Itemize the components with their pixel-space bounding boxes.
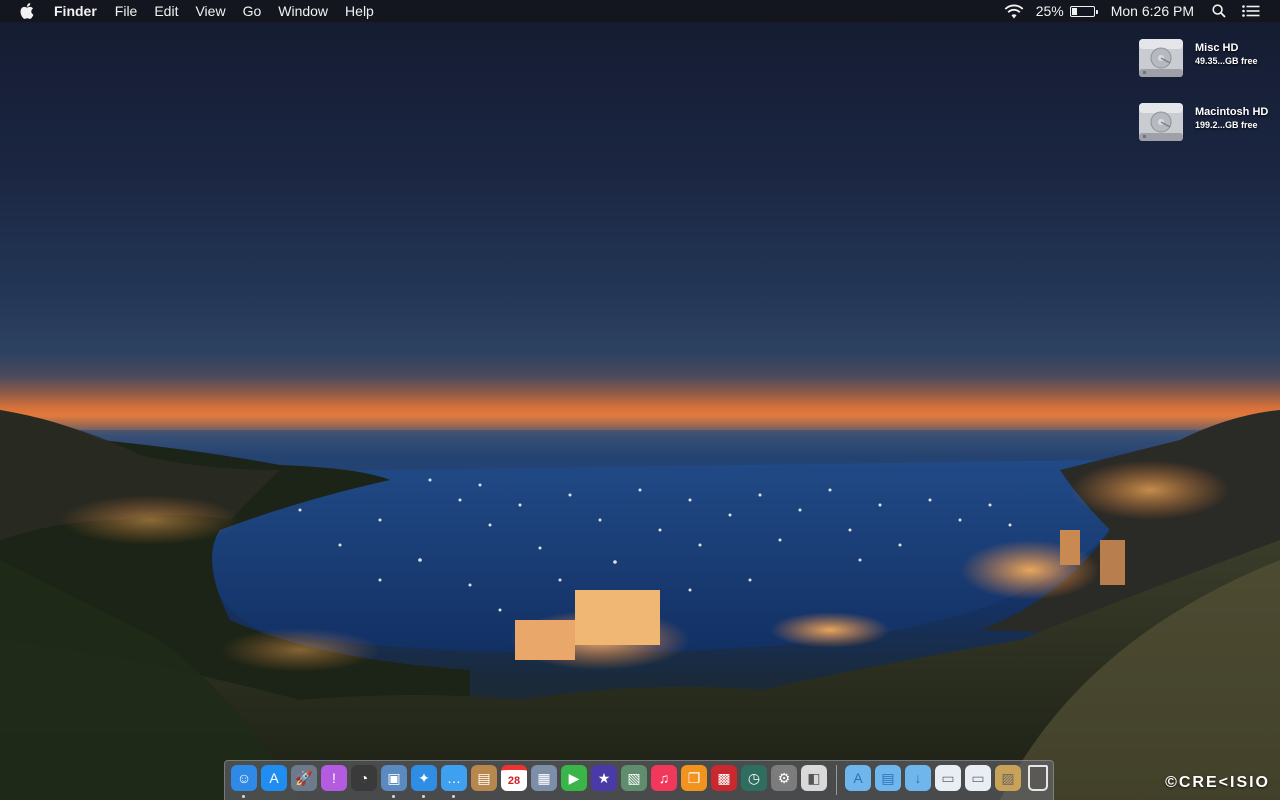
system-preferences-icon[interactable]: ⚙ xyxy=(771,765,797,791)
menu-go[interactable]: Go xyxy=(243,0,262,22)
launchpad-icon[interactable]: 🚀 xyxy=(291,765,317,791)
safari-icon[interactable]: ✦ xyxy=(411,765,437,791)
menu-edit[interactable]: Edit xyxy=(154,0,178,22)
finder-icon[interactable]: ☺ xyxy=(231,765,257,791)
running-indicator-dot xyxy=(452,795,455,798)
status-area: 25% Mon 6:26 PM xyxy=(1004,0,1280,22)
battery-percent: 25% xyxy=(1035,3,1064,19)
drive-free-space: 49.35...GB free xyxy=(1195,56,1258,66)
watermark: ©CRE<ISIO xyxy=(1165,774,1270,791)
imovie-icon[interactable]: ★ xyxy=(591,765,617,791)
clock[interactable]: Mon 6:26 PM xyxy=(1111,3,1194,19)
wallpaper-image xyxy=(0,410,1280,800)
running-indicator-dot xyxy=(242,795,245,798)
preview-document-icon[interactable]: ◧ xyxy=(801,765,827,791)
hard-drive-icon xyxy=(1139,103,1183,141)
document-stack-icon[interactable]: ▭ xyxy=(965,765,991,791)
image-capture-icon[interactable]: ▧ xyxy=(621,765,647,791)
menu-window[interactable]: Window xyxy=(278,0,328,22)
drive-name: Macintosh HD xyxy=(1195,106,1269,118)
app-store-icon[interactable]: A xyxy=(261,765,287,791)
documents-folder-icon[interactable]: ▤ xyxy=(875,765,901,791)
battery-level-fill xyxy=(1071,7,1077,15)
dock-separator xyxy=(836,765,837,795)
drive-free-space: 199.2...GB free xyxy=(1195,120,1258,130)
hard-drive-icon xyxy=(1139,39,1183,77)
menu-help[interactable]: Help xyxy=(345,0,374,22)
photo-browser-icon[interactable]: ▦ xyxy=(531,765,557,791)
desktop-icon-misc-hd[interactable]: Misc HD 49.35...GB free xyxy=(1137,33,1277,85)
menu-view[interactable]: View xyxy=(195,0,225,22)
menu-file[interactable]: File xyxy=(115,0,138,22)
preview-icon[interactable]: ▣ xyxy=(381,765,407,791)
photo-booth-icon[interactable]: ▩ xyxy=(711,765,737,791)
itunes-icon[interactable]: ♫ xyxy=(651,765,677,791)
dock: ☺ A 🚀! ◔ ▣ ✦… ▤ 28 ▦ ▶ ★ ▧ ♫ ❐ ▩ ◷ ⚙ ◧ A ▤ ↓ ▭ ▭ ▨ xyxy=(224,760,1054,800)
time-machine-icon[interactable]: ◷ xyxy=(741,765,767,791)
screenshot-stack-icon[interactable]: ▭ xyxy=(935,765,961,791)
menu-finder[interactable]: Finder xyxy=(54,0,97,22)
battery-icon xyxy=(1069,5,1098,17)
messages-icon[interactable]: … xyxy=(441,765,467,791)
dashboard-icon[interactable]: ◔ xyxy=(351,765,377,791)
apple-menu-icon[interactable] xyxy=(19,2,35,20)
picture-stack-icon[interactable]: ▨ xyxy=(995,765,1021,791)
trash-icon[interactable] xyxy=(1028,765,1048,791)
running-indicator-dot xyxy=(392,795,395,798)
drive-name: Misc HD xyxy=(1195,42,1239,54)
desktop[interactable]: Finder File Edit View Go Window Help 25%… xyxy=(0,0,1280,800)
ibooks-icon[interactable]: ❐ xyxy=(681,765,707,791)
calendar-icon[interactable]: 28 xyxy=(501,765,527,791)
spotlight-search-icon[interactable] xyxy=(1212,4,1226,18)
menu-bar: Finder File Edit View Go Window Help 25%… xyxy=(0,0,1280,22)
desktop-icon-macintosh-hd[interactable]: Macintosh HD 199.2...GB free xyxy=(1137,97,1277,149)
wifi-icon[interactable] xyxy=(1004,4,1024,19)
notification-center-icon[interactable] xyxy=(1242,5,1260,17)
battery-status[interactable]: 25% xyxy=(1035,3,1098,19)
contacts-icon[interactable]: ▤ xyxy=(471,765,497,791)
facetime-icon[interactable]: ▶ xyxy=(561,765,587,791)
running-indicator-dot xyxy=(422,795,425,798)
downloads-folder-icon[interactable]: ↓ xyxy=(905,765,931,791)
applications-folder-icon[interactable]: A xyxy=(845,765,871,791)
itunes-connect-icon[interactable]: ! xyxy=(321,765,347,791)
